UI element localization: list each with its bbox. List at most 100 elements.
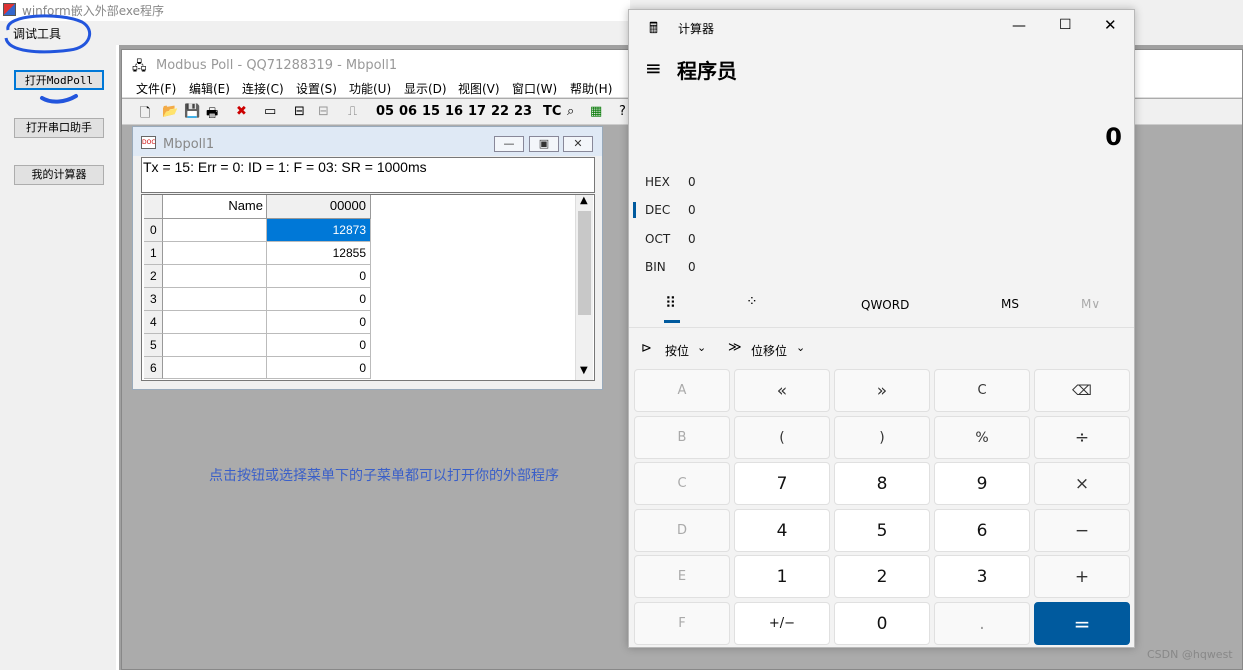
grid-scrollbar[interactable]: ▲ ▼: [575, 195, 593, 380]
tc-button[interactable]: TC: [543, 104, 561, 119]
name-cell[interactable]: [163, 357, 267, 379]
memory-store-button[interactable]: MS: [1001, 297, 1019, 311]
open-serial-helper-button[interactable]: 打开串口助手: [14, 118, 104, 138]
key-4[interactable]: 4: [734, 509, 830, 552]
window-icon[interactable]: ▭: [264, 104, 276, 119]
word-size-button[interactable]: QWORD: [861, 298, 909, 312]
base-oct-label[interactable]: OCT: [645, 232, 670, 246]
row-header[interactable]: 1: [144, 242, 163, 265]
value-cell[interactable]: 0: [267, 357, 371, 379]
open-icon[interactable]: 📂: [162, 104, 178, 119]
key-0[interactable]: 0: [834, 602, 930, 645]
disconnect-icon[interactable]: ⊟: [318, 104, 329, 119]
name-cell[interactable]: [163, 265, 267, 288]
row-header[interactable]: 2: [144, 265, 163, 288]
name-cell[interactable]: [163, 311, 267, 334]
value-cell[interactable]: 0: [267, 288, 371, 311]
value-cell[interactable]: 0: [267, 334, 371, 357]
key-negate[interactable]: +/−: [734, 602, 830, 645]
bitwise-dropdown[interactable]: 按位: [665, 342, 689, 359]
key-backspace[interactable]: ⌫: [1034, 369, 1130, 412]
keypad-icon[interactable]: ⠿: [665, 294, 676, 312]
key-rotate-right[interactable]: »: [834, 369, 930, 412]
menu-window[interactable]: 窗口(W): [512, 80, 557, 97]
memory-list-button[interactable]: M∨: [1081, 297, 1100, 311]
key-open-paren[interactable]: (: [734, 416, 830, 459]
key-8[interactable]: 8: [834, 462, 930, 505]
close-icon[interactable]: ✕: [563, 136, 593, 152]
fc-06-button[interactable]: 06: [399, 104, 417, 119]
name-cell[interactable]: [163, 288, 267, 311]
key-5[interactable]: 5: [834, 509, 930, 552]
menu-functions[interactable]: 功能(U): [349, 80, 391, 97]
calc-close-icon[interactable]: ✕: [1104, 16, 1117, 34]
fc-15-button[interactable]: 15: [422, 104, 440, 119]
key-subtract[interactable]: −: [1034, 509, 1130, 552]
base-hex-label[interactable]: HEX: [645, 175, 670, 189]
key-close-paren[interactable]: ): [834, 416, 930, 459]
scroll-thumb[interactable]: [578, 211, 591, 315]
fc-16-button[interactable]: 16: [445, 104, 463, 119]
column-header-address[interactable]: 00000: [267, 195, 371, 219]
value-cell[interactable]: 0: [267, 265, 371, 288]
key-2[interactable]: 2: [834, 555, 930, 598]
scroll-up-icon[interactable]: ▲: [580, 195, 588, 206]
help-icon[interactable]: ?: [619, 104, 626, 119]
menu-setup[interactable]: 设置(S): [296, 80, 337, 97]
key-rotate-left[interactable]: «: [734, 369, 830, 412]
menu-file[interactable]: 文件(F): [136, 80, 176, 97]
key-add[interactable]: +: [1034, 555, 1130, 598]
new-icon[interactable]: 🗋: [140, 104, 150, 126]
key-hex-d[interactable]: D: [634, 509, 730, 552]
key-hex-f[interactable]: F: [634, 602, 730, 645]
row-header[interactable]: 0: [144, 219, 163, 242]
fc-22-button[interactable]: 22: [491, 104, 509, 119]
key-hex-a[interactable]: A: [634, 369, 730, 412]
base-dec-label[interactable]: DEC: [645, 203, 670, 217]
key-divide[interactable]: ÷: [1034, 416, 1130, 459]
menu-connect[interactable]: 连接(C): [242, 80, 284, 97]
minimize-icon[interactable]: —: [494, 136, 524, 152]
row-header[interactable]: 6: [144, 357, 163, 379]
key-hex-b[interactable]: B: [634, 416, 730, 459]
menu-view[interactable]: 视图(V): [458, 80, 500, 97]
fc-17-button[interactable]: 17: [468, 104, 486, 119]
key-7[interactable]: 7: [734, 462, 830, 505]
zoom-icon[interactable]: ⌕: [567, 104, 574, 119]
chart-icon[interactable]: ▦: [590, 104, 602, 119]
name-cell[interactable]: [163, 334, 267, 357]
calc-maximize-icon[interactable]: ☐: [1059, 17, 1072, 33]
key-3[interactable]: 3: [934, 555, 1030, 598]
key-equals[interactable]: =: [1034, 602, 1130, 645]
value-cell[interactable]: 0: [267, 311, 371, 334]
restore-icon[interactable]: ▣: [529, 136, 559, 152]
bit-toggle-icon[interactable]: ⁘: [746, 294, 758, 310]
pulse-icon[interactable]: ⎍: [348, 104, 357, 119]
save-icon[interactable]: 💾: [184, 104, 200, 119]
base-bin-label[interactable]: BIN: [645, 260, 666, 274]
menu-display[interactable]: 显示(D): [404, 80, 447, 97]
key-decimal[interactable]: .: [934, 602, 1030, 645]
row-header[interactable]: 4: [144, 311, 163, 334]
name-cell[interactable]: [163, 219, 267, 242]
key-9[interactable]: 9: [934, 462, 1030, 505]
value-cell[interactable]: 12855: [267, 242, 371, 265]
value-cell[interactable]: 12873: [267, 219, 371, 242]
key-6[interactable]: 6: [934, 509, 1030, 552]
menu-help[interactable]: 帮助(H): [570, 80, 612, 97]
key-clear[interactable]: C: [934, 369, 1030, 412]
open-calculator-button[interactable]: 我的计算器: [14, 165, 104, 185]
fc-05-button[interactable]: 05: [376, 104, 394, 119]
key-percent[interactable]: %: [934, 416, 1030, 459]
row-header[interactable]: 5: [144, 334, 163, 357]
key-1[interactable]: 1: [734, 555, 830, 598]
column-header-name[interactable]: Name: [163, 195, 267, 219]
key-hex-c[interactable]: C: [634, 462, 730, 505]
hamburger-menu-icon[interactable]: ≡: [645, 56, 662, 80]
scroll-down-icon[interactable]: ▼: [580, 365, 588, 376]
delete-icon[interactable]: ✖: [236, 104, 247, 119]
menu-edit[interactable]: 编辑(E): [189, 80, 230, 97]
bitshift-dropdown[interactable]: 位移位: [751, 342, 787, 359]
calc-minimize-icon[interactable]: —: [1012, 18, 1026, 34]
print-icon[interactable]: 🖶: [206, 104, 218, 126]
